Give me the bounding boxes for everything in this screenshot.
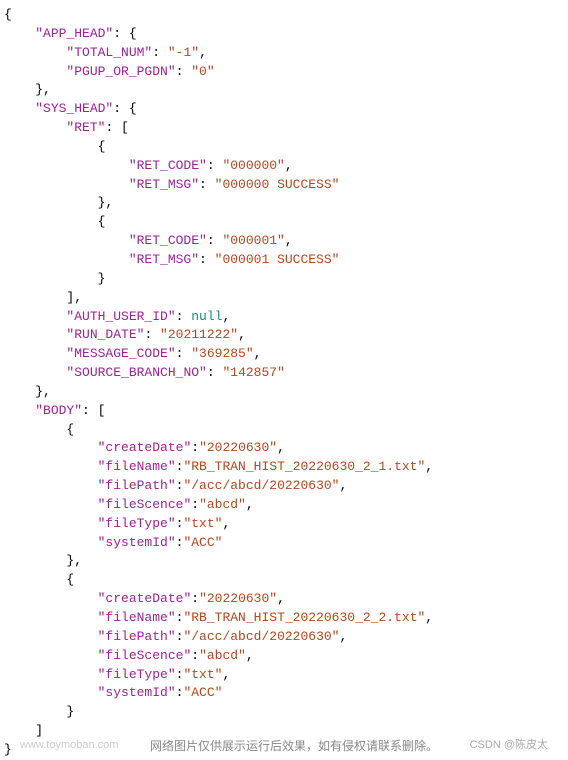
json-value: "142857"	[222, 365, 284, 380]
json-key: "fileType"	[98, 667, 176, 682]
json-key: "fileName"	[98, 610, 176, 625]
json-value: "000000 SUCCESS"	[215, 177, 340, 192]
json-key: "RET_MSG"	[129, 177, 199, 192]
json-code-block: { "APP_HEAD": { "TOTAL_NUM": "-1", "PGUP…	[0, 0, 568, 760]
json-key: "PGUP_OR_PGDN"	[66, 64, 175, 79]
json-null: null	[191, 309, 222, 324]
json-key: "RET_CODE"	[129, 233, 207, 248]
json-key: "RET_MSG"	[129, 252, 199, 267]
json-key: "RUN_DATE"	[66, 327, 144, 342]
json-key: "SOURCE_BRANCH_NO"	[66, 365, 206, 380]
json-value: "20211222"	[160, 327, 238, 342]
json-value: "ACC"	[183, 685, 222, 700]
json-value: "000001"	[222, 233, 284, 248]
json-key: "fileName"	[98, 459, 176, 474]
json-key: "createDate"	[98, 591, 192, 606]
json-value: "txt"	[183, 667, 222, 682]
json-key: "fileScence"	[98, 648, 192, 663]
json-value: "RB_TRAN_HIST_20220630_2_1.txt"	[183, 459, 425, 474]
json-key: "BODY"	[35, 403, 82, 418]
json-value: "RB_TRAN_HIST_20220630_2_2.txt"	[183, 610, 425, 625]
json-value: "txt"	[183, 516, 222, 531]
json-value: "ACC"	[183, 535, 222, 550]
json-key: "filePath"	[98, 478, 176, 493]
json-value: "20220630"	[199, 591, 277, 606]
json-key: "MESSAGE_CODE"	[66, 346, 175, 361]
json-value: "abcd"	[199, 648, 246, 663]
json-key: "AUTH_USER_ID"	[66, 309, 175, 324]
json-key: "systemId"	[98, 535, 176, 550]
json-value: "/acc/abcd/20220630"	[183, 629, 339, 644]
json-key: "createDate"	[98, 440, 192, 455]
json-key: "filePath"	[98, 629, 176, 644]
json-key: "systemId"	[98, 685, 176, 700]
json-key: "fileScence"	[98, 497, 192, 512]
json-key: "fileType"	[98, 516, 176, 531]
json-value: "000001 SUCCESS"	[215, 252, 340, 267]
json-value: "369285"	[191, 346, 253, 361]
json-value: "20220630"	[199, 440, 277, 455]
json-key: "RET_CODE"	[129, 158, 207, 173]
json-key: "RET"	[66, 120, 105, 135]
json-key: "SYS_HEAD"	[35, 101, 113, 116]
json-value: "0"	[191, 64, 214, 79]
json-value: "000000"	[222, 158, 284, 173]
json-value: "abcd"	[199, 497, 246, 512]
json-key: "APP_HEAD"	[35, 26, 113, 41]
json-value: "/acc/abcd/20220630"	[183, 478, 339, 493]
json-value: "-1"	[168, 45, 199, 60]
json-key: "TOTAL_NUM"	[66, 45, 152, 60]
